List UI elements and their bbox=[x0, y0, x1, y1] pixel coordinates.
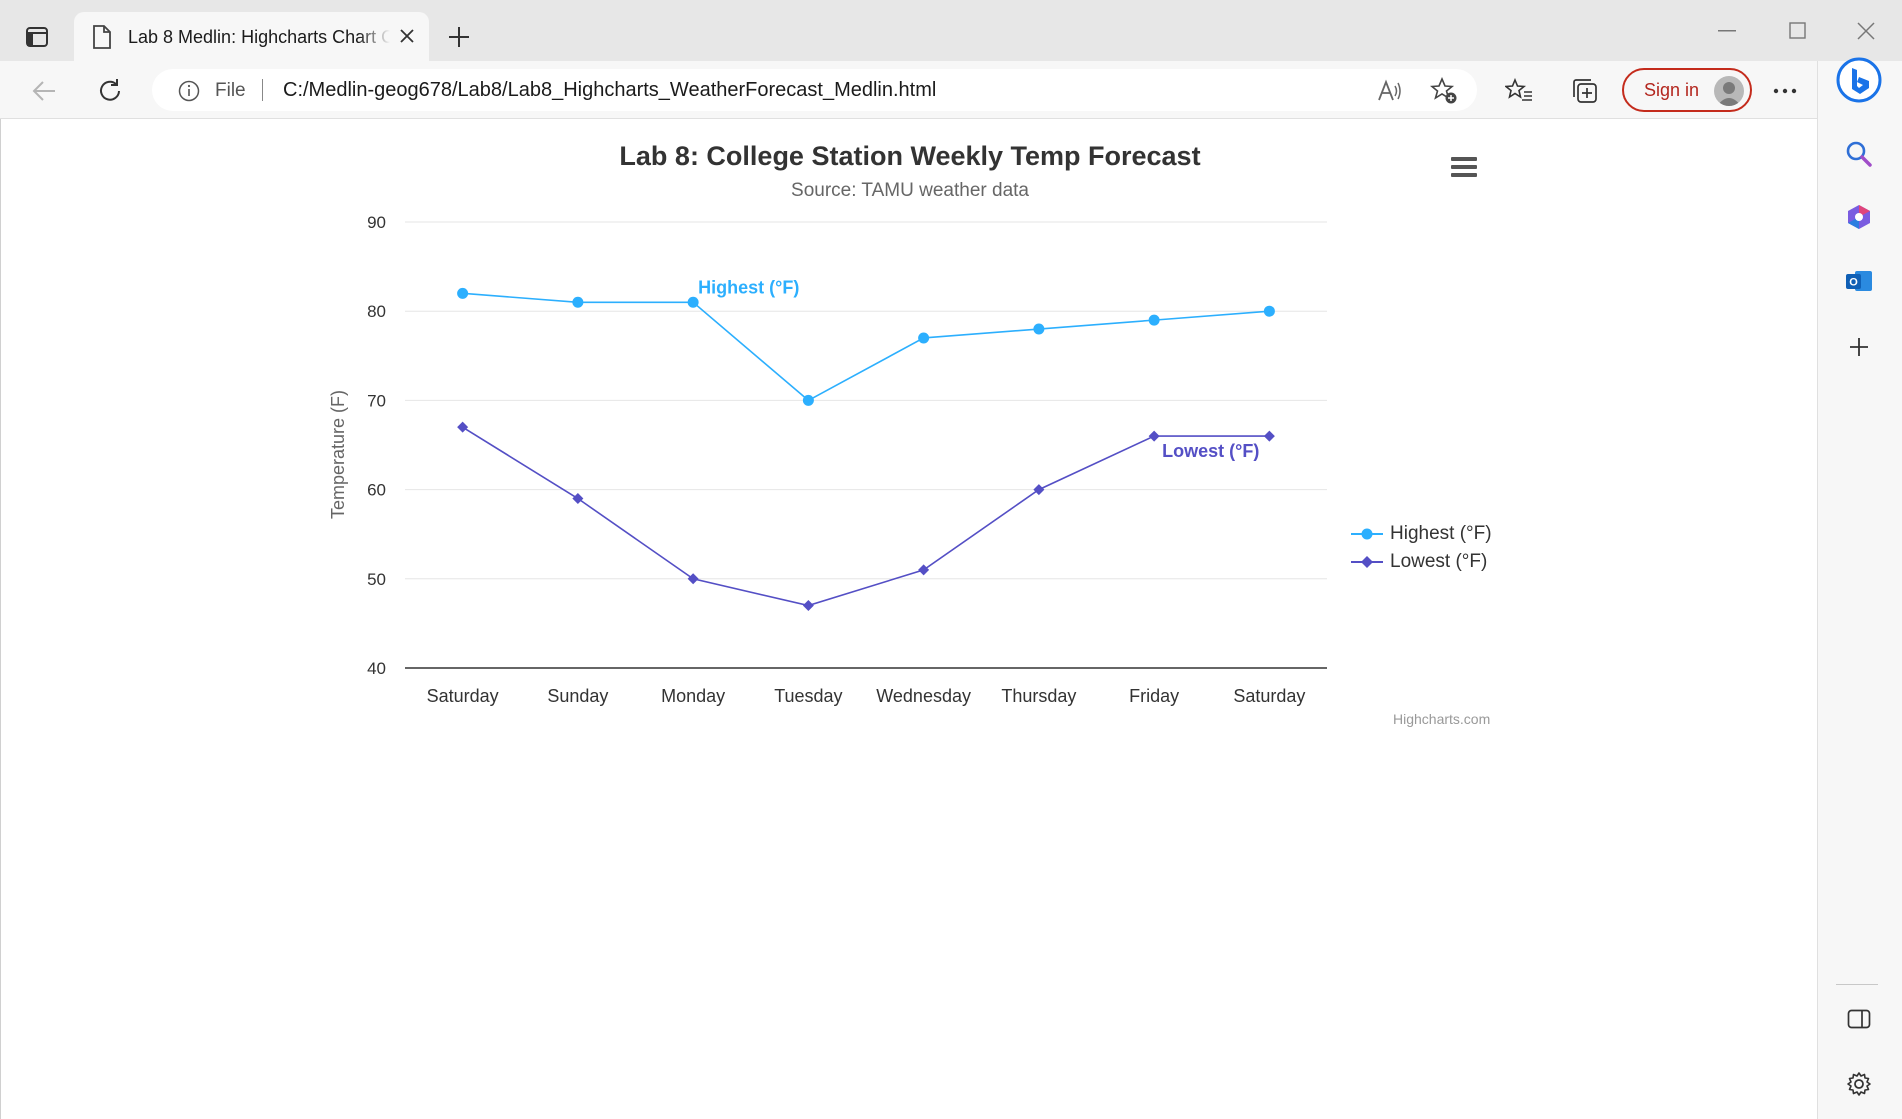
back-button[interactable] bbox=[27, 74, 61, 108]
x-tick-label: Monday bbox=[661, 686, 725, 706]
address-scheme: File bbox=[215, 80, 246, 101]
x-tick-label: Friday bbox=[1129, 686, 1179, 706]
data-point bbox=[572, 493, 584, 505]
sidebar-divider bbox=[1836, 984, 1878, 985]
y-tick-label: 60 bbox=[367, 481, 386, 500]
favorites-icon bbox=[1505, 78, 1532, 101]
avatar bbox=[1714, 76, 1744, 106]
refresh-icon bbox=[100, 79, 120, 101]
plus-icon bbox=[449, 27, 469, 47]
collections-button[interactable] bbox=[1568, 74, 1602, 108]
legend-marker-highest bbox=[1351, 528, 1383, 540]
chart-subtitle: Source: TAMU weather data bbox=[791, 180, 1029, 201]
refresh-button[interactable] bbox=[93, 74, 127, 108]
y-axis-label: Temperature (F) bbox=[328, 389, 348, 519]
data-point bbox=[1263, 305, 1275, 317]
search-button[interactable] bbox=[1839, 134, 1879, 174]
sidebar-icon bbox=[1847, 1009, 1871, 1029]
chart-plot: 90 80 70 60 50 40 Saturday Sunday Monday Tuesday W… bbox=[367, 213, 1327, 706]
tab-actions-icon[interactable] bbox=[22, 22, 52, 52]
data-point bbox=[457, 421, 469, 433]
add-app-button[interactable] bbox=[1839, 327, 1879, 367]
svg-text:O: O bbox=[1849, 277, 1858, 289]
outlook-icon: O bbox=[1846, 271, 1872, 291]
legend-marker-lowest bbox=[1351, 556, 1383, 568]
browser-tab[interactable]: Lab 8 Medlin: Highcharts Chart C bbox=[74, 12, 429, 61]
back-arrow-icon bbox=[32, 81, 55, 101]
y-tick-label: 40 bbox=[367, 659, 386, 678]
star-add-icon[interactable] bbox=[1429, 76, 1458, 105]
maximize-icon bbox=[1789, 22, 1806, 39]
series-line-highest bbox=[462, 292, 1270, 402]
copilot-icon bbox=[1836, 57, 1882, 103]
tab-title: Lab 8 Medlin: Highcharts Chart C bbox=[128, 27, 390, 47]
data-point bbox=[687, 573, 699, 585]
data-point bbox=[918, 332, 930, 344]
legend-label-lowest: Lowest (°F) bbox=[1390, 551, 1488, 572]
x-tick-label: Tuesday bbox=[774, 686, 842, 706]
more-icon bbox=[1773, 88, 1797, 94]
data-point bbox=[687, 296, 699, 308]
microsoft365-icon bbox=[1848, 205, 1870, 229]
favorites-button[interactable] bbox=[1502, 74, 1536, 108]
more-button[interactable] bbox=[1768, 74, 1802, 108]
x-tick-label: Wednesday bbox=[876, 686, 971, 706]
data-label-lowest: Lowest (°F) bbox=[1162, 441, 1259, 461]
sidebar-toggle-button[interactable] bbox=[1839, 999, 1879, 1039]
data-point bbox=[572, 296, 584, 308]
data-point bbox=[1033, 484, 1045, 496]
address-bar[interactable]: File C:/Medlin-geog678/Lab8/Lab8_Highcha… bbox=[152, 69, 1477, 111]
data-point bbox=[1033, 323, 1045, 335]
tab-strip: Lab 8 Medlin: Highcharts Chart C bbox=[0, 0, 1902, 61]
edge-sidebar: O bbox=[1817, 57, 1902, 1119]
maximize-button[interactable] bbox=[1778, 14, 1818, 48]
window-close-button[interactable] bbox=[1846, 14, 1886, 48]
search-icon bbox=[1846, 141, 1872, 167]
chart-container: 90 80 70 60 50 40 Saturday Sunday Monday Tuesday W… bbox=[310, 119, 1510, 739]
chart-credits[interactable]: Highcharts.com bbox=[1393, 711, 1490, 727]
data-point bbox=[1148, 314, 1160, 326]
x-tick-label: Saturday bbox=[427, 686, 499, 706]
outlook-button[interactable]: O bbox=[1839, 261, 1879, 301]
close-icon[interactable] bbox=[395, 24, 419, 48]
sign-in-label: Sign in bbox=[1644, 80, 1700, 100]
legend-label-highest: Highest (°F) bbox=[1390, 523, 1492, 544]
y-tick-label: 70 bbox=[367, 391, 386, 410]
read-aloud-icon[interactable] bbox=[1377, 78, 1403, 104]
address-separator bbox=[262, 79, 263, 101]
page-icon bbox=[92, 25, 114, 49]
gear-icon bbox=[1847, 1072, 1871, 1096]
y-tick-label: 80 bbox=[367, 302, 386, 321]
copilot-button[interactable] bbox=[1836, 57, 1882, 103]
x-tick-label: Thursday bbox=[1001, 686, 1076, 706]
browser-toolbar: File C:/Medlin-geog678/Lab8/Lab8_Highcha… bbox=[0, 61, 1902, 119]
data-point bbox=[1148, 430, 1160, 442]
x-tick-label: Sunday bbox=[547, 686, 608, 706]
data-label-highest: Highest (°F) bbox=[698, 277, 799, 297]
data-point bbox=[802, 600, 814, 612]
data-point bbox=[802, 394, 814, 406]
window-close-icon bbox=[1857, 22, 1875, 40]
info-icon[interactable] bbox=[178, 80, 200, 102]
plus-icon bbox=[1850, 338, 1868, 356]
data-point bbox=[1263, 430, 1275, 442]
microsoft365-button[interactable] bbox=[1839, 197, 1879, 237]
data-point bbox=[457, 287, 469, 299]
collections-icon bbox=[1573, 79, 1597, 103]
chart-title: Lab 8: College Station Weekly Temp Forec… bbox=[619, 141, 1201, 171]
hamburger-menu-icon bbox=[1451, 157, 1477, 177]
new-tab-button[interactable] bbox=[444, 22, 474, 52]
y-tick-label: 50 bbox=[367, 570, 386, 589]
minimize-icon bbox=[1718, 30, 1736, 32]
minimize-button[interactable] bbox=[1708, 14, 1748, 48]
url-text[interactable]: C:/Medlin-geog678/Lab8/Lab8_Highcharts_W… bbox=[283, 79, 936, 102]
y-tick-label: 90 bbox=[367, 213, 386, 232]
data-point bbox=[918, 564, 930, 576]
chart-menu-button[interactable] bbox=[1451, 156, 1491, 190]
settings-button[interactable] bbox=[1839, 1064, 1879, 1104]
sign-in-button[interactable]: Sign in bbox=[1622, 68, 1752, 112]
x-tick-label: Saturday bbox=[1233, 686, 1305, 706]
